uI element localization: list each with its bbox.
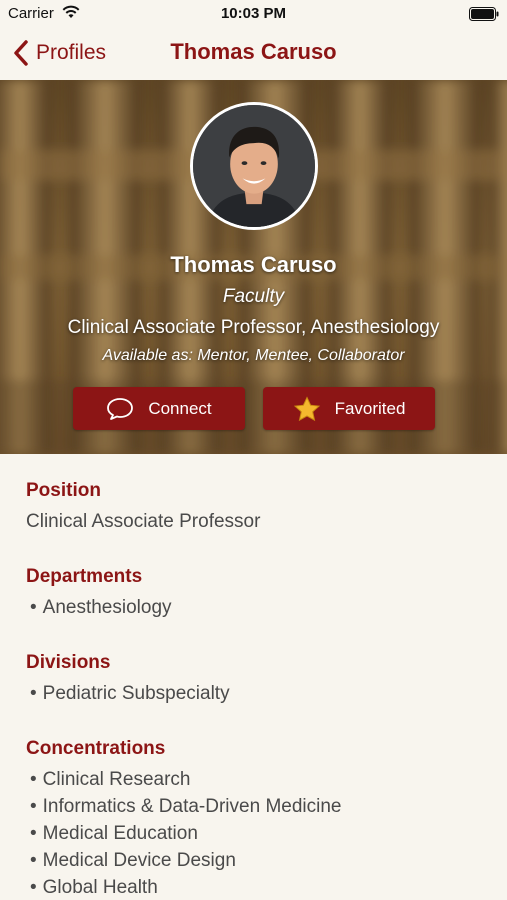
departments-heading: Departments: [26, 566, 143, 587]
profile-name: Thomas Caruso: [170, 252, 337, 277]
status-time: 10:03 PM: [220, 5, 287, 22]
chat-bubble-icon: [107, 397, 134, 420]
position-heading: Position: [26, 480, 101, 501]
divisions-heading: Divisions: [26, 652, 111, 673]
list-item: • Informatics & Data-Driven Medicine: [30, 796, 342, 817]
profile-availability: Available as: Mentor, Mentee, Collaborat…: [102, 347, 405, 364]
battery-icon: [469, 7, 499, 21]
page-title: Thomas Caruso: [170, 39, 337, 64]
profile-role: Faculty: [222, 286, 285, 307]
favorited-button[interactable]: Favorited: [263, 387, 435, 430]
list-item: • Clinical Research: [30, 769, 191, 790]
avatar: [190, 102, 318, 230]
list-item: • Global Health: [30, 877, 158, 898]
concentrations-heading: Concentrations: [26, 738, 166, 759]
connect-button-label: Connect: [148, 398, 212, 418]
list-item: • Anesthesiology: [30, 597, 172, 618]
list-item: • Pediatric Subspecialty: [30, 683, 230, 704]
connect-button[interactable]: Connect: [73, 387, 245, 430]
navigation-bar: Profiles Thomas Caruso: [0, 28, 507, 80]
profile-header: Thomas Caruso Faculty Clinical Associate…: [0, 80, 507, 454]
star-icon: [293, 395, 320, 421]
position-value: Clinical Associate Professor: [26, 511, 261, 532]
profile-title: Clinical Associate Professor, Anesthesio…: [67, 317, 440, 338]
status-bar: Carrier 10:03 PM: [0, 0, 507, 28]
list-item: • Medical Education: [30, 823, 198, 844]
favorited-button-label: Favorited: [334, 398, 406, 418]
list-item: • Medical Device Design: [30, 850, 236, 871]
profile-details: Position Clinical Associate Professor De…: [0, 454, 507, 900]
